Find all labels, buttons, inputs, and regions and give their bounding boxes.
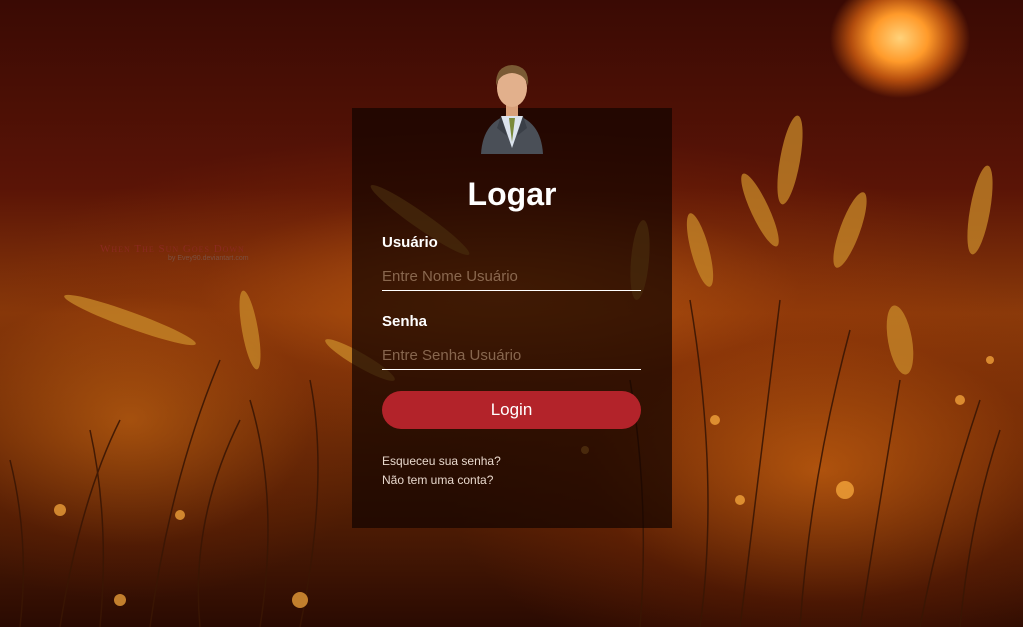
username-input[interactable] — [382, 262, 641, 291]
businessman-avatar-icon — [477, 58, 547, 156]
page-title: Logar — [467, 176, 557, 212]
watermark-title: When The Sun Goes Down — [100, 243, 245, 255]
forgot-password-link[interactable]: Esqueceu sua senha? — [382, 454, 501, 468]
username-label: Usuário — [382, 234, 438, 251]
login-button[interactable]: Login — [382, 391, 641, 429]
password-label: Senha — [382, 313, 428, 330]
register-link[interactable]: Não tem uma conta? — [382, 473, 493, 487]
password-input[interactable] — [382, 341, 641, 370]
watermark-credit: by Evey90.deviantart.com — [168, 255, 249, 262]
